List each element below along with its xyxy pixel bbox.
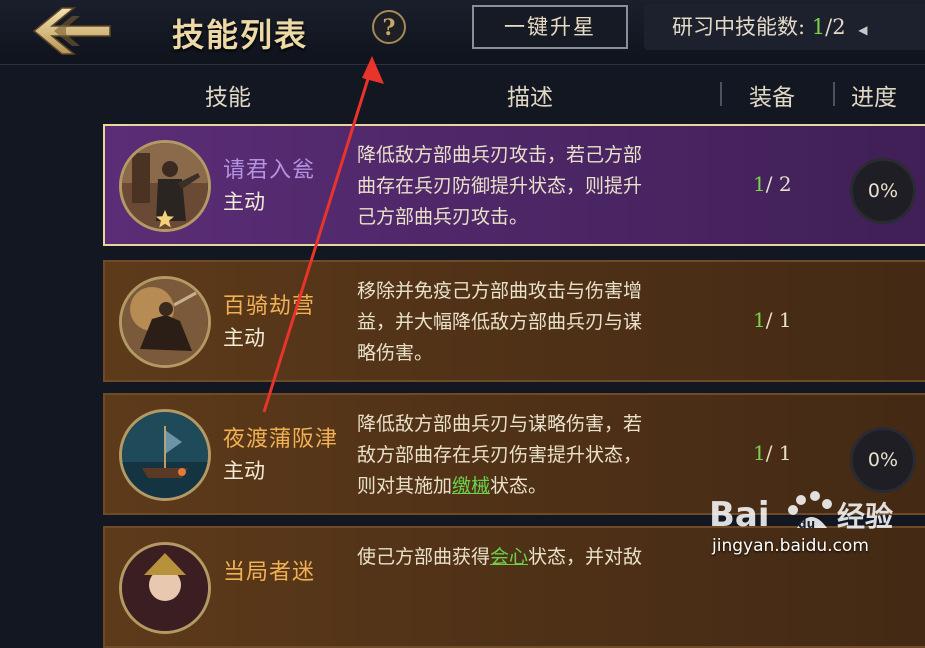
equip-current: 1 bbox=[753, 441, 766, 465]
equip-count: 1/ 1 bbox=[753, 308, 792, 332]
caret-left-icon: ◀ bbox=[858, 23, 868, 37]
equip-current: 1 bbox=[753, 308, 766, 332]
skill-description: 降低敌方部曲兵刃与谋略伤害，若 敌方部曲存在兵刃伤害提升状态， 则对其施加缴械状… bbox=[357, 409, 737, 502]
desc-text: 状态，并对敌 bbox=[528, 546, 643, 568]
top-bar: 技能列表 ? 一键升星 研习中技能数: 1/2 ◀ bbox=[0, 0, 925, 65]
desc-line: 降低敌方部曲兵刃与谋略伤害，若 bbox=[357, 413, 643, 435]
studying-label: 研习中技能数: bbox=[672, 15, 806, 39]
skill-portrait bbox=[119, 140, 211, 232]
column-divider bbox=[720, 82, 722, 106]
desc-text: 使己方部曲获得 bbox=[357, 546, 491, 568]
desc-line: 移除并免疫己方部曲攻击与伤害增 bbox=[357, 280, 643, 302]
skill-description: 移除并免疫己方部曲攻击与伤害增 益，并大幅降低敌方部曲兵刃与谋 略伤害。 bbox=[357, 276, 737, 369]
one-key-star-up-button[interactable]: 一键升星 bbox=[472, 5, 628, 49]
skill-row[interactable]: 百骑劫营 主动 移除并免疫己方部曲攻击与伤害增 益，并大幅降低敌方部曲兵刃与谋 … bbox=[103, 260, 925, 382]
status-keyword-link[interactable]: 会心 bbox=[490, 546, 528, 568]
skill-name: 请君入瓮 bbox=[223, 158, 316, 183]
back-arrow-button[interactable] bbox=[32, 4, 112, 58]
equip-total: / 2 bbox=[765, 172, 792, 196]
skill-row[interactable]: 夜渡蒲阪津 主动 降低敌方部曲兵刃与谋略伤害，若 敌方部曲存在兵刃伤害提升状态，… bbox=[103, 393, 925, 515]
back-arrow-icon bbox=[32, 7, 111, 55]
desc-line: 敌方部曲存在兵刃伤害提升状态， bbox=[357, 444, 643, 466]
skill-portrait bbox=[119, 276, 211, 368]
table-header: 技能 描述 装备 进度 bbox=[103, 72, 925, 114]
status-keyword-link[interactable]: 缴械 bbox=[452, 475, 490, 497]
desc-line: 使己方部曲获得会心状态，并对敌 bbox=[357, 542, 737, 573]
studying-current: 1 bbox=[811, 15, 826, 39]
skill-type: 主动 bbox=[223, 326, 265, 350]
skill-portrait bbox=[119, 542, 211, 634]
equip-current: 1 bbox=[753, 172, 766, 196]
column-skill: 技能 bbox=[205, 85, 251, 111]
desc-line: 曲存在兵刃防御提升状态，则提升 bbox=[357, 175, 643, 197]
desc-line: 降低敌方部曲兵刃攻击，若己方部 bbox=[357, 144, 643, 166]
desc-line: 略伤害。 bbox=[357, 342, 434, 364]
equip-count: 1/ 1 bbox=[753, 441, 792, 465]
desc-line: 则对其施加缴械状态。 bbox=[357, 471, 737, 502]
equip-total: / 1 bbox=[765, 441, 792, 465]
star-icon bbox=[156, 210, 174, 228]
studying-skill-count[interactable]: 研习中技能数: 1/2 ◀ bbox=[644, 4, 925, 50]
skill-portrait bbox=[119, 409, 211, 501]
skill-name: 百骑劫营 bbox=[223, 294, 316, 319]
skill-name: 当局者迷 bbox=[223, 560, 316, 585]
skill-description: 使己方部曲获得会心状态，并对敌 bbox=[357, 542, 737, 573]
skill-type: 主动 bbox=[223, 459, 265, 483]
desc-text: 则对其施加 bbox=[357, 475, 453, 497]
progress-ring: 0% bbox=[850, 158, 916, 224]
desc-text: 状态。 bbox=[490, 475, 548, 497]
desc-line: 益，并大幅降低敌方部曲兵刃与谋 bbox=[357, 311, 643, 333]
skill-row[interactable]: 请君入瓮 主动 降低敌方部曲兵刃攻击，若己方部 曲存在兵刃防御提升状态，则提升 … bbox=[103, 124, 925, 246]
column-desc: 描述 bbox=[507, 85, 553, 111]
studying-total: /2 bbox=[825, 15, 846, 39]
column-progress: 进度 bbox=[851, 85, 897, 111]
equip-count: 1/ 2 bbox=[753, 172, 792, 196]
skill-description: 降低敌方部曲兵刃攻击，若己方部 曲存在兵刃防御提升状态，则提升 己方部曲兵刃攻击… bbox=[357, 140, 737, 233]
equip-total: / 1 bbox=[765, 308, 792, 332]
skill-name: 夜渡蒲阪津 bbox=[223, 427, 339, 452]
page-title: 技能列表 bbox=[172, 16, 309, 54]
column-divider bbox=[833, 82, 835, 106]
help-button[interactable]: ? bbox=[372, 10, 406, 44]
skill-type: 主动 bbox=[223, 190, 265, 214]
progress-ring: 0% bbox=[850, 427, 916, 493]
column-equip: 装备 bbox=[749, 85, 795, 111]
desc-line: 己方部曲兵刃攻击。 bbox=[357, 206, 529, 228]
watermark-url: jingyan.baidu.com bbox=[712, 536, 869, 556]
